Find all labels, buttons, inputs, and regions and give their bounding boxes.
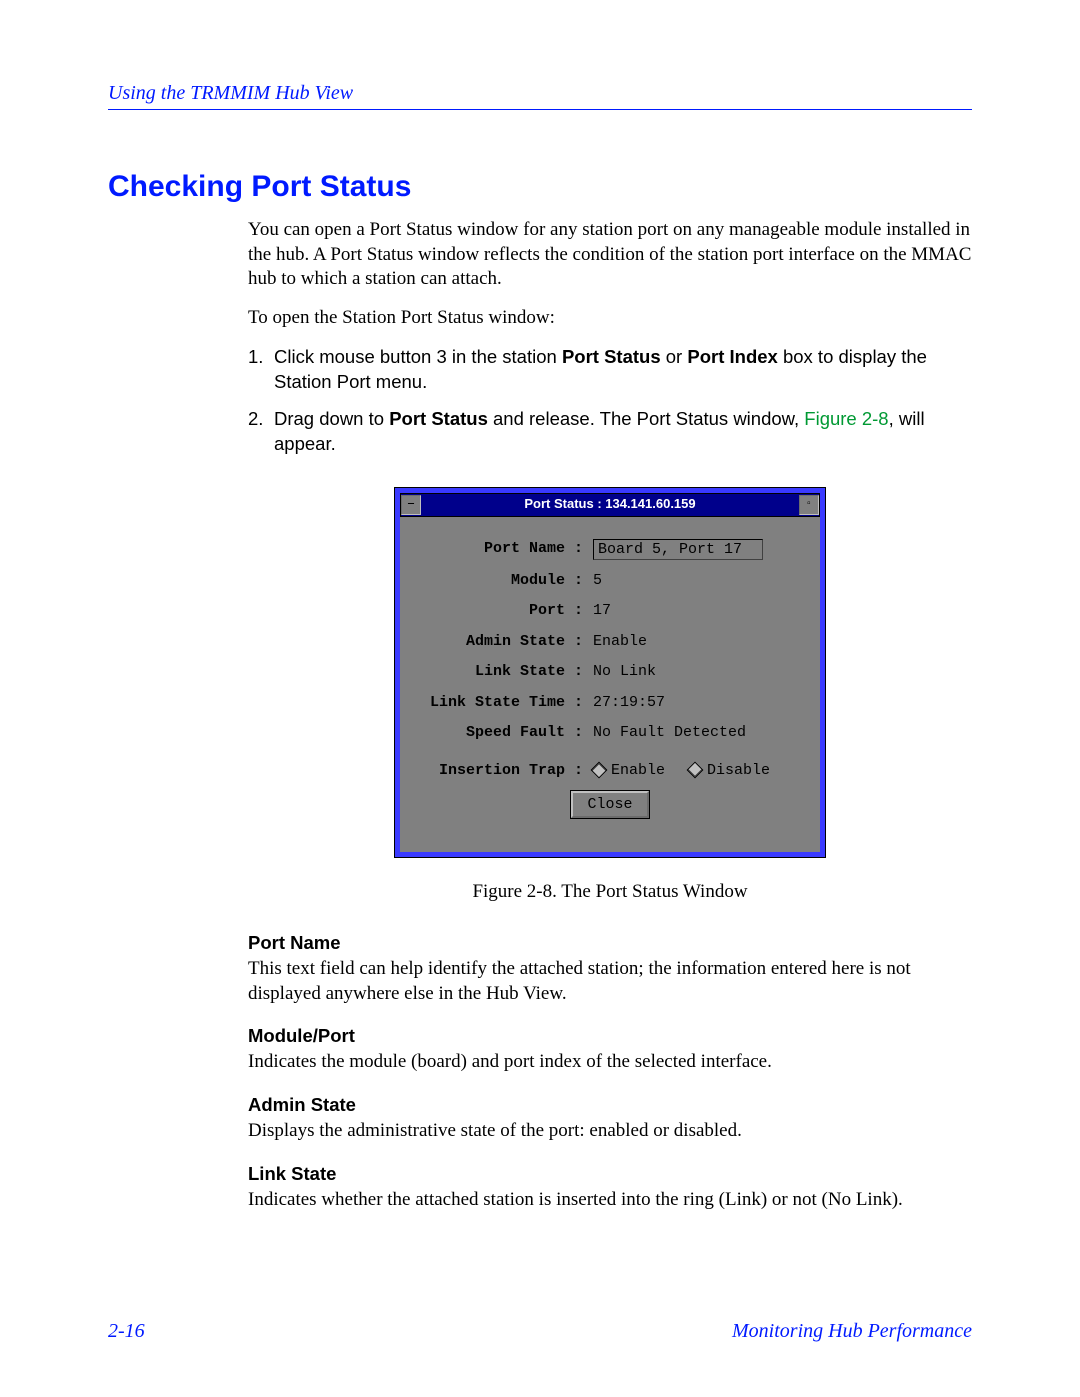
field-label: Link State Time : <box>418 693 593 713</box>
def-term: Admin State <box>248 1093 972 1117</box>
field-port: Port : 17 <box>418 601 802 621</box>
intro-paragraph-1: You can open a Port Status window for an… <box>248 218 972 292</box>
field-link-state-time: Link State Time : 27:19:57 <box>418 693 802 713</box>
def-text: Displays the administrative state of the… <box>248 1119 972 1144</box>
field-link-state: Link State : No Link <box>418 662 802 682</box>
field-port-name: Port Name : <box>418 539 802 560</box>
field-label: Module : <box>418 571 593 591</box>
field-label: Link State : <box>418 662 593 682</box>
intro-paragraph-2: To open the Station Port Status window: <box>248 306 972 331</box>
field-value: 27:19:57 <box>593 693 665 713</box>
step-1: 1. Click mouse button 3 in the station P… <box>248 345 972 395</box>
running-header-text: Using the TRMMIM Hub View <box>108 82 353 105</box>
section-heading: Checking Port Status <box>108 170 972 204</box>
field-value: 5 <box>593 571 602 591</box>
field-label: Insertion Trap : <box>418 761 593 781</box>
maximize-icon[interactable]: ▫ <box>799 495 819 515</box>
def-text: This text field can help identify the at… <box>248 957 972 1006</box>
def-text: Indicates the module (board) and port in… <box>248 1050 972 1075</box>
field-admin-state: Admin State : Enable <box>418 632 802 652</box>
field-value: 17 <box>593 601 611 621</box>
radio-disable[interactable]: Disable <box>689 761 770 781</box>
running-header: Using the TRMMIM Hub View <box>108 82 972 110</box>
dialog-title: Port Status : 134.141.60.159 <box>421 496 799 513</box>
port-status-window: — Port Status : 134.141.60.159 ▫ Port Na… <box>394 487 826 859</box>
figure-ref: Figure 2-8 <box>804 408 888 429</box>
page-number: 2-16 <box>108 1320 145 1343</box>
step-2: 2. Drag down to Port Status and release.… <box>248 407 972 457</box>
field-label: Port Name : <box>418 539 593 559</box>
port-name-input[interactable] <box>593 539 763 560</box>
field-value: No Link <box>593 662 656 682</box>
field-value: No Fault Detected <box>593 723 746 743</box>
def-text: Indicates whether the attached station i… <box>248 1188 972 1213</box>
step-number: 1. <box>248 345 274 395</box>
diamond-icon <box>591 761 608 778</box>
def-term: Link State <box>248 1162 972 1186</box>
field-module: Module : 5 <box>418 571 802 591</box>
steps-list: 1. Click mouse button 3 in the station P… <box>248 345 972 457</box>
field-label: Admin State : <box>418 632 593 652</box>
page-footer: 2-16 Monitoring Hub Performance <box>108 1320 972 1343</box>
definitions: Port Name This text field can help ident… <box>248 931 972 1213</box>
def-term: Module/Port <box>248 1024 972 1048</box>
def-term: Port Name <box>248 931 972 955</box>
radio-enable[interactable]: Enable <box>593 761 665 781</box>
step-text: Drag down to Port Status and release. Th… <box>274 407 972 457</box>
field-insertion-trap: Insertion Trap : Enable Disable <box>418 761 802 781</box>
field-label: Speed Fault : <box>418 723 593 743</box>
field-speed-fault: Speed Fault : No Fault Detected <box>418 723 802 743</box>
figure-caption: Figure 2-8. The Port Status Window <box>248 880 972 905</box>
system-menu-icon[interactable]: — <box>401 495 421 515</box>
diamond-icon <box>687 761 704 778</box>
step-text: Click mouse button 3 in the station Port… <box>274 345 972 395</box>
dialog-titlebar[interactable]: — Port Status : 134.141.60.159 ▫ <box>400 493 820 517</box>
step-number: 2. <box>248 407 274 457</box>
field-label: Port : <box>418 601 593 621</box>
field-value: Enable <box>593 632 647 652</box>
close-button[interactable]: Close <box>571 791 648 818</box>
chapter-title: Monitoring Hub Performance <box>732 1320 972 1343</box>
